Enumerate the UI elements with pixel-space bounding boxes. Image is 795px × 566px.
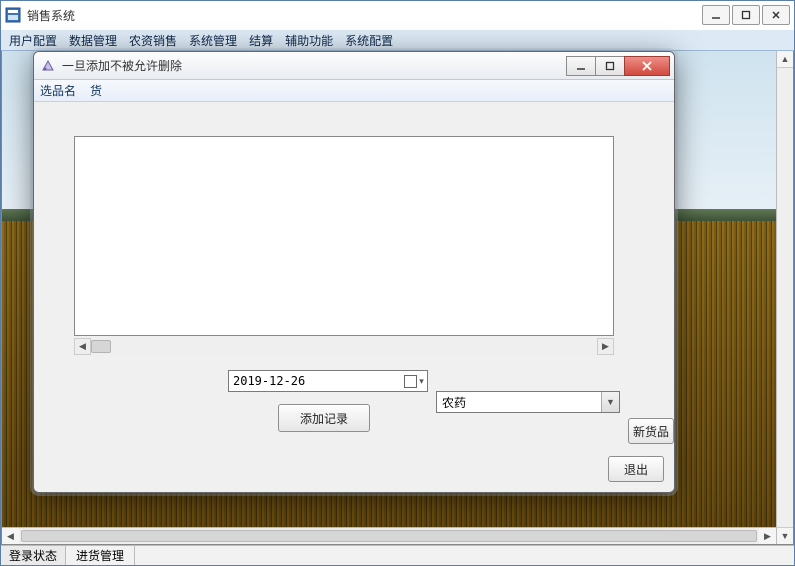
menubar: 用户配置 数据管理 农资销售 系统管理 结算 辅助功能 系统配置 <box>1 29 794 51</box>
menu-settlement[interactable]: 结算 <box>243 30 279 51</box>
menu-user-config[interactable]: 用户配置 <box>3 30 63 51</box>
scroll-down-icon[interactable]: ▼ <box>777 527 793 544</box>
list-scroll-track[interactable] <box>91 338 597 355</box>
titlebar: 销售系统 <box>1 1 794 29</box>
menu-agri-sales[interactable]: 农资销售 <box>123 30 183 51</box>
dialog-body: ◀ ▶ 2019-12-26 ▾ 添加记录 农药 ▼ 新货品 <box>34 102 674 492</box>
dialog-menu-goods[interactable]: 货 <box>90 82 102 99</box>
minimize-button[interactable] <box>702 5 730 25</box>
list-horizontal-scrollbar[interactable]: ◀ ▶ <box>74 338 614 355</box>
dialog-menubar: 选品名 货 <box>34 80 674 102</box>
dropdown-button[interactable]: ▼ <box>601 392 619 412</box>
menu-data-manage[interactable]: 数据管理 <box>63 30 123 51</box>
dropdown-value: 农药 <box>442 394 601 411</box>
add-record-dialog: 一旦添加不被允许删除 选品名 货 ◀ ▶ 2019-12-26 ▾ <box>33 51 675 493</box>
exit-button[interactable]: 退出 <box>608 456 664 482</box>
dialog-titlebar: 一旦添加不被允许删除 <box>34 52 674 80</box>
chevron-down-icon: ▾ <box>419 377 424 386</box>
list-area[interactable] <box>74 136 614 336</box>
menu-system-manage[interactable]: 系统管理 <box>183 30 243 51</box>
statusbar: 登录状态 进货管理 <box>1 545 794 565</box>
maximize-button[interactable] <box>732 5 760 25</box>
date-picker[interactable]: 2019-12-26 ▾ <box>228 370 428 392</box>
horizontal-scrollbar[interactable]: ◀ ▶ <box>2 527 776 544</box>
dialog-menu-select-name[interactable]: 选品名 <box>40 82 76 99</box>
window-title: 销售系统 <box>27 7 702 24</box>
list-scroll-thumb[interactable] <box>91 340 111 353</box>
scroll-up-icon[interactable]: ▲ <box>777 51 793 68</box>
window-controls <box>702 5 790 25</box>
scroll-left-icon[interactable]: ◀ <box>2 528 19 544</box>
app-icon <box>5 7 21 23</box>
dialog-icon <box>40 58 56 74</box>
close-button[interactable] <box>762 5 790 25</box>
main-window: 销售系统 用户配置 数据管理 农资销售 系统管理 结算 辅助功能 系统配置 ▲ … <box>0 0 795 566</box>
chevron-down-icon: ▼ <box>606 398 615 407</box>
status-panel-login: 登录状态 <box>1 546 66 565</box>
dialog-maximize-button[interactable] <box>595 56 625 76</box>
menu-aux[interactable]: 辅助功能 <box>279 30 339 51</box>
dialog-minimize-button[interactable] <box>566 56 596 76</box>
date-dropdown-button[interactable]: ▾ <box>401 371 427 391</box>
dialog-close-button[interactable] <box>624 56 670 76</box>
dialog-title: 一旦添加不被允许删除 <box>62 57 567 74</box>
category-dropdown[interactable]: 农药 ▼ <box>436 391 620 413</box>
new-goods-button[interactable]: 新货品 <box>628 418 674 444</box>
date-value: 2019-12-26 <box>233 374 401 388</box>
calendar-icon <box>404 375 417 388</box>
menu-sys-config[interactable]: 系统配置 <box>339 30 399 51</box>
list-scroll-right-icon[interactable]: ▶ <box>597 338 614 355</box>
scroll-right-icon[interactable]: ▶ <box>759 528 776 544</box>
status-panel-mode: 进货管理 <box>66 546 135 565</box>
list-scroll-left-icon[interactable]: ◀ <box>74 338 91 355</box>
scroll-thumb[interactable] <box>21 530 757 542</box>
add-record-button[interactable]: 添加记录 <box>278 404 370 432</box>
vertical-scrollbar[interactable]: ▲ ▼ <box>776 51 793 544</box>
